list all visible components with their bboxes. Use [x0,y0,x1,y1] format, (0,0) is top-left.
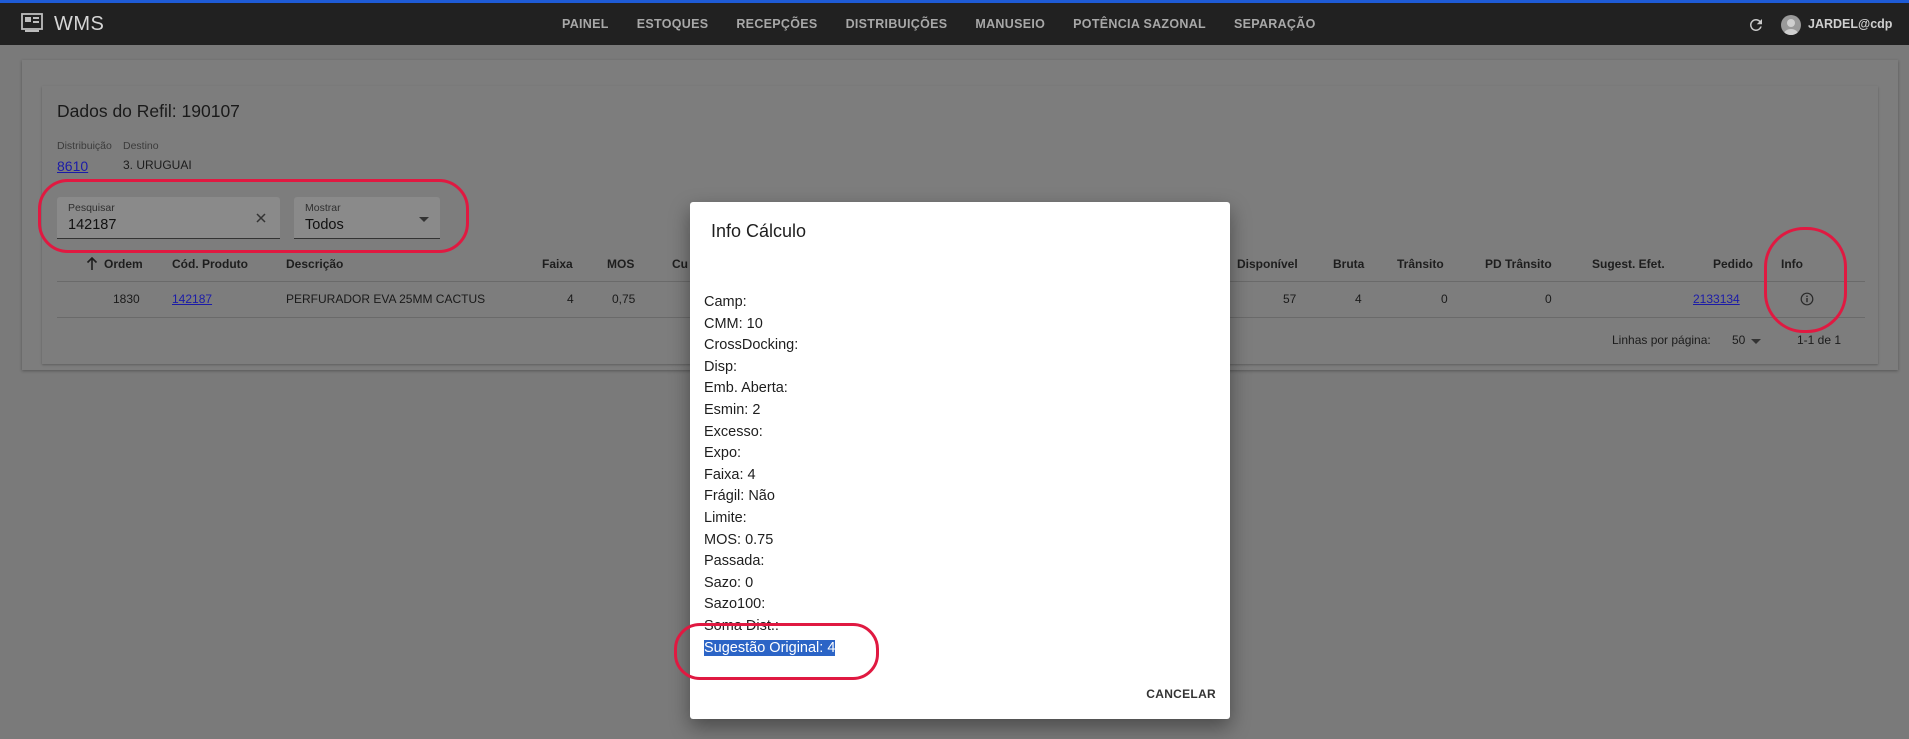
rows-per-page-label: Linhas por página: [1612,333,1711,347]
chevron-down-icon[interactable] [1751,339,1761,344]
cell-mos: 0,75 [612,292,636,306]
info-line-expo: Expo: [704,445,742,462]
distribuicao-label: Distribuição [57,140,112,152]
info-line-crossdocking: CrossDocking: [704,337,799,354]
col-header-ordem[interactable]: Ordem [104,257,143,271]
col-header-bruta[interactable]: Bruta [1333,257,1364,271]
info-line-passada: Passada: [704,553,765,570]
info-line-excesso: Excesso: [704,423,763,440]
col-header-sugest-efet[interactable]: Sugest. Efet. [1592,257,1665,271]
top-app-bar: WMS PAINEL ESTOQUES RECEPÇÕES DISTRIBUIÇ… [0,0,1909,45]
cell-descricao: PERFURADOR EVA 25MM CACTUS [286,292,486,306]
col-header-disponivel[interactable]: Disponível [1237,257,1298,271]
sort-arrow-up-icon[interactable] [86,257,98,271]
col-header-pd-transito[interactable]: PD Trânsito [1485,257,1552,271]
cell-pd-transito: 0 [1545,292,1552,306]
annotation-info-circle [1764,227,1847,333]
info-line-emb-aberta: Emb. Aberta: [704,380,788,397]
nav-painel[interactable]: PAINEL [548,3,623,45]
nav-estoques[interactable]: ESTOQUES [623,3,723,45]
nav-potencia-sazonal[interactable]: POTÊNCIA SAZONAL [1059,3,1220,45]
info-line-sazo: Sazo: 0 [704,574,754,591]
nav-distribuicoes[interactable]: DISTRIBUIÇÕES [832,3,962,45]
col-header-transito[interactable]: Trânsito [1397,257,1444,271]
col-header-cu[interactable]: Cu [672,257,688,271]
info-line-cmm: CMM: 10 [704,315,763,332]
cell-transito: 0 [1441,292,1448,306]
nav-manuseio[interactable]: MANUSEIO [961,3,1059,45]
col-header-mos[interactable]: MOS [607,257,634,271]
cancel-button[interactable]: CANCELAR [1144,681,1218,707]
user-name[interactable]: JARDEL@cdp [1808,17,1892,31]
info-line-disp: Disp: [704,358,738,375]
cell-faixa: 4 [567,292,574,306]
warehouse-logo-icon [21,13,43,32]
annotation-sugestao-circle [674,623,879,680]
destino-value: 3. URUGUAI [123,158,192,172]
cell-cod-produto-link[interactable]: 142187 [172,292,212,306]
main-nav: PAINEL ESTOQUES RECEPÇÕES DISTRIBUIÇÕES … [548,3,1330,45]
info-line-sazo100: Sazo100: [704,596,766,613]
col-header-cod-produto[interactable]: Cód. Produto [172,257,248,271]
distribuicao-link[interactable]: 8610 [57,158,88,174]
refresh-icon[interactable] [1747,16,1765,34]
rows-per-page-select[interactable]: 50 [1732,333,1745,347]
nav-recepcoes[interactable]: RECEPÇÕES [722,3,831,45]
info-line-faixa: Faixa: 4 [704,466,756,483]
info-line-mos: MOS: 0.75 [704,531,774,548]
cell-pedido-link[interactable]: 2133134 [1693,292,1740,306]
col-header-pedido[interactable]: Pedido [1713,257,1753,271]
col-header-descricao[interactable]: Descrição [286,257,343,271]
annotation-filters-circle [38,179,469,253]
page-title: Dados do Refil: 190107 [57,101,240,121]
pagination-range: 1-1 de 1 [1797,333,1842,347]
destino-label: Destino [123,140,159,152]
user-avatar-icon[interactable] [1781,15,1801,35]
cell-disponivel: 57 [1283,292,1297,306]
info-line-esmin: Esmin: 2 [704,401,761,418]
col-header-faixa[interactable]: Faixa [542,257,573,271]
dialog-content: Camp: CMM: 10 CrossDocking: Disp: Emb. A… [704,292,836,659]
info-line-fragil: Frágil: Não [704,488,775,505]
nav-separacao[interactable]: SEPARAÇÃO [1220,3,1330,45]
brand-title[interactable]: WMS [54,13,104,36]
cell-bruta: 4 [1355,292,1362,306]
info-line-camp: Camp: [704,294,747,310]
cell-ordem: 1830 [113,292,140,306]
info-line-limite: Limite: [704,509,747,526]
dialog-title: Info Cálculo [711,221,807,241]
